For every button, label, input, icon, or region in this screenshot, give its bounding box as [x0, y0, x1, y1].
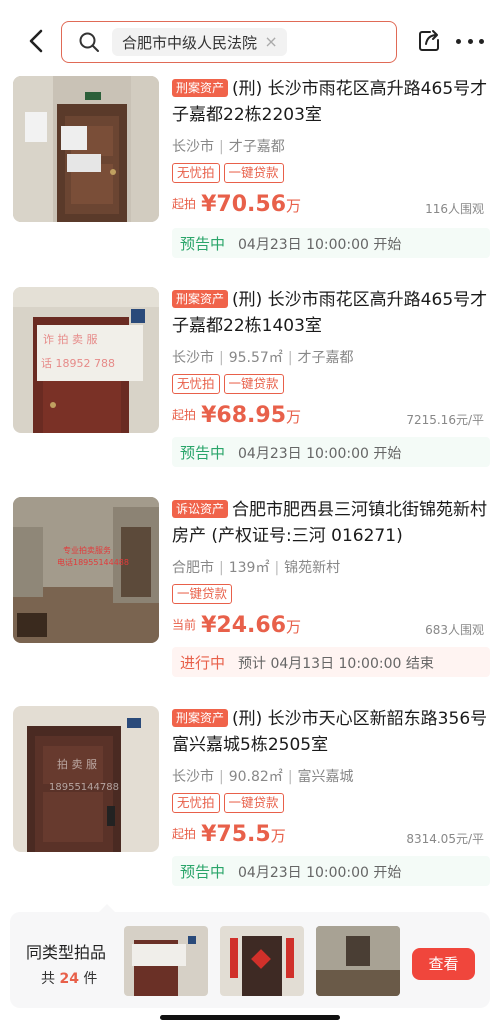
- worry-free-badge: 无忧拍: [172, 374, 220, 394]
- status-tag: 预告中: [180, 444, 226, 462]
- status-time: 预计 04月13日 10:00:00 结束: [238, 656, 434, 672]
- status-bar: 预告中 04月23日 10:00:00 开始: [172, 437, 490, 467]
- asset-type-tag: 刑案资产: [172, 79, 229, 97]
- listing-title[interactable]: 刑案资产 (刑) 长沙市雨花区高升路465号才子嘉都22栋1403室: [172, 287, 490, 339]
- viewer-count: 683人围观: [425, 623, 484, 637]
- back-arrow-icon[interactable]: [22, 26, 52, 56]
- listing-badges: 无忧拍 一键贷款: [172, 373, 490, 395]
- listing-photo: 专业拍卖服务 电话18955144488: [13, 497, 159, 643]
- listing-card[interactable]: 专业拍卖服务 电话18955144488 诉讼资产 合肥市肥西县三河镇北街锦苑新村…: [0, 497, 500, 707]
- similar-items-panel: 同类型拍品 共 24 件 查看: [10, 904, 490, 1008]
- svg-text:话 18952 788: 话 18952 788: [41, 357, 115, 370]
- clear-query-icon[interactable]: ×: [263, 34, 279, 50]
- listing-title[interactable]: 刑案资产 (刑) 长沙市雨花区高升路465号才子嘉都22栋2203室: [172, 76, 490, 128]
- status-bar: 预告中 04月23日 10:00:00 开始: [172, 856, 490, 886]
- status-bar: 进行中 预计 04月13日 10:00:00 结束: [172, 647, 490, 677]
- svg-text:电话18955144488: 电话18955144488: [57, 557, 129, 567]
- status-time: 04月23日 10:00:00 开始: [238, 446, 402, 462]
- status-tag: 进行中: [180, 654, 226, 672]
- top-nav-bar: 合肥市中级人民法院 ×: [0, 0, 500, 76]
- listing-card[interactable]: 刑案资产 (刑) 长沙市雨花区高升路465号才子嘉都22栋2203室 长沙市 | 才子…: [0, 76, 500, 286]
- price-value: ¥75.5: [201, 822, 271, 847]
- svg-text:诈 拍 卖 服: 诈 拍 卖 服: [43, 332, 98, 346]
- listing-meta: 长沙市 | 95.57㎡ | 才子嘉都: [172, 350, 354, 366]
- listing-badges: 无忧拍 一键贷款: [172, 792, 490, 814]
- asset-type-tag: 刑案资产: [172, 290, 229, 308]
- svg-text:18955144788: 18955144788: [49, 782, 119, 793]
- status-tag: 预告中: [180, 863, 226, 881]
- listing-photo: 拍 卖 服 18955144788: [13, 706, 159, 852]
- price-row: 起拍 ¥70.56万 116人围观: [172, 192, 484, 217]
- similar-title: 同类型拍品: [26, 943, 107, 962]
- similar-count: 共 24 件: [41, 971, 98, 987]
- listing-photo: 诈 拍 卖 服 话 18952 788: [13, 287, 159, 433]
- loan-badge: 一键贷款: [223, 793, 284, 813]
- listing-meta: 长沙市 | 90.82㎡ | 富兴嘉城: [172, 769, 354, 785]
- worry-free-badge: 无忧拍: [172, 163, 220, 183]
- listing-title[interactable]: 刑案资产 (刑) 长沙市天心区新韶东路356号富兴嘉城5栋2505室: [172, 706, 490, 758]
- loan-badge: 一键贷款: [223, 163, 284, 183]
- listing-card[interactable]: 诈 拍 卖 服 话 18952 788 刑案资产 (刑) 长沙市雨花区高升路465…: [0, 287, 500, 497]
- price-value: ¥70.56: [201, 192, 287, 217]
- status-tag: 预告中: [180, 235, 226, 253]
- price-row: 起拍 ¥68.95万 7215.16元/平: [172, 403, 484, 428]
- status-time: 04月23日 10:00:00 开始: [238, 865, 402, 881]
- similar-thumb[interactable]: [124, 926, 208, 996]
- price-row: 当前 ¥24.66万 683人围观: [172, 613, 484, 638]
- worry-free-badge: 无忧拍: [172, 793, 220, 813]
- unit-price: 7215.16元/平: [406, 413, 484, 427]
- share-icon[interactable]: [417, 29, 441, 53]
- listing-info: 诉讼资产 合肥市肥西县三河镇北街锦苑新村房产 (产权证号:三河 016271) 合…: [172, 497, 490, 641]
- panel-pointer: [98, 904, 116, 913]
- similar-thumb[interactable]: [316, 926, 400, 996]
- listing-badges: 无忧拍 一键贷款: [172, 162, 490, 184]
- listing-title[interactable]: 诉讼资产 合肥市肥西县三河镇北街锦苑新村房产 (产权证号:三河 016271): [172, 497, 490, 549]
- home-indicator: [160, 1015, 340, 1020]
- more-options-icon[interactable]: [456, 30, 484, 52]
- asset-type-tag: 刑案资产: [172, 709, 229, 727]
- asset-type-tag: 诉讼资产: [172, 500, 229, 518]
- unit-price: 8314.05元/平: [406, 832, 484, 846]
- viewer-count: 116人围观: [425, 202, 484, 216]
- listing-info: 刑案资产 (刑) 长沙市天心区新韶东路356号富兴嘉城5栋2505室 长沙市 | 90…: [172, 706, 490, 850]
- loan-badge: 一键贷款: [172, 584, 233, 604]
- search-icon: [78, 31, 100, 53]
- listing-meta: 合肥市 | 139㎡ | 锦苑新村: [172, 560, 341, 576]
- search-box[interactable]: 合肥市中级人民法院 ×: [61, 21, 397, 63]
- similar-thumb[interactable]: [220, 926, 304, 996]
- listing-card[interactable]: 拍 卖 服 18955144788 刑案资产 (刑) 长沙市天心区新韶东路356号…: [0, 706, 500, 916]
- price-value: ¥24.66: [201, 613, 287, 638]
- svg-text:拍 卖 服: 拍 卖 服: [57, 757, 97, 771]
- listing-info: 刑案资产 (刑) 长沙市雨花区高升路465号才子嘉都22栋1403室 长沙市 | 95…: [172, 287, 490, 431]
- svg-text:专业拍卖服务: 专业拍卖服务: [63, 545, 111, 555]
- search-query-text: 合肥市中级人民法院: [122, 33, 258, 52]
- loan-badge: 一键贷款: [223, 374, 284, 394]
- listing-photo: [13, 76, 159, 222]
- view-similar-button[interactable]: 查看: [412, 948, 475, 980]
- search-query-chip[interactable]: 合肥市中级人民法院 ×: [112, 28, 288, 56]
- status-bar: 预告中 04月23日 10:00:00 开始: [172, 228, 490, 258]
- listing-meta: 长沙市 | 才子嘉都: [172, 139, 285, 155]
- price-value: ¥68.95: [201, 403, 287, 428]
- price-row: 起拍 ¥75.5万 8314.05元/平: [172, 822, 484, 847]
- listing-info: 刑案资产 (刑) 长沙市雨花区高升路465号才子嘉都22栋2203室 长沙市 | 才子…: [172, 76, 490, 220]
- listing-badges: 一键贷款: [172, 583, 490, 605]
- status-time: 04月23日 10:00:00 开始: [238, 237, 402, 253]
